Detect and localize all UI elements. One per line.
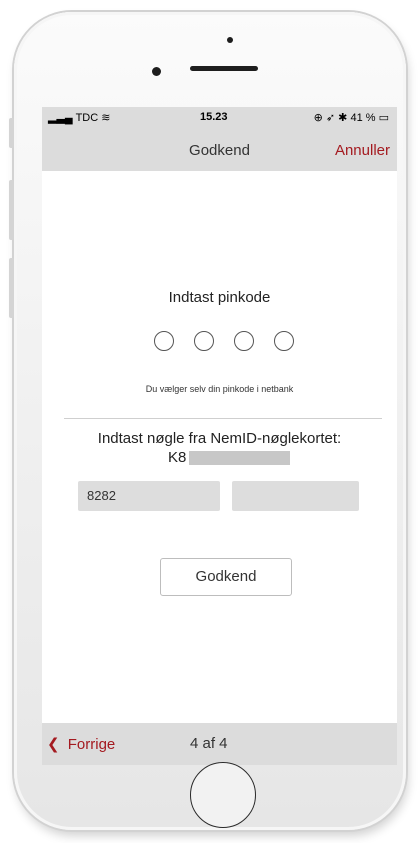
pin-dot-3 — [234, 331, 254, 351]
volume-up-button — [9, 180, 14, 240]
signal-icon: ▂▃▄ — [48, 112, 73, 124]
key-input-1[interactable]: 8282 — [78, 481, 220, 511]
pin-dot-1 — [154, 331, 174, 351]
key-card-label: Indtast nøgle fra NemID-nøglekortet: — [97, 430, 342, 447]
status-time: 15.23 — [200, 111, 228, 123]
back-button[interactable]: ❮ Forrige — [47, 735, 115, 753]
pin-dot-4 — [274, 331, 294, 351]
volume-down-button — [9, 258, 14, 318]
approve-button[interactable]: Godkend — [160, 558, 292, 596]
carrier-indicator: ▂▃▄ TDC ≋ — [48, 111, 110, 124]
pin-hint: Du vælger selv din pinkode i netbank — [145, 384, 294, 394]
mute-switch — [9, 118, 14, 148]
carrier-name: TDC — [75, 112, 99, 124]
home-button[interactable] — [190, 762, 256, 828]
bluetooth-icon: ✱ — [338, 112, 348, 124]
front-camera — [152, 67, 161, 76]
page-indicator: 4 af 4 — [190, 735, 228, 752]
pin-dot-2 — [194, 331, 214, 351]
bottom-bar: ❮ Forrige 4 af 4 — [42, 723, 397, 765]
battery-icon: ▭ — [378, 112, 389, 124]
pin-title: Indtast pinkode — [168, 289, 271, 306]
pin-dots[interactable] — [154, 331, 304, 353]
earpiece-speaker — [190, 66, 258, 71]
alarm-icon: ➶ — [325, 112, 336, 124]
wifi-icon: ≋ — [101, 112, 111, 124]
screen: ▂▃▄ TDC ≋ 15.23 ⊕ ➶ ✱ 41 % ▭ Godkend Ann… — [42, 107, 397, 765]
divider — [64, 418, 382, 419]
key-code-redaction — [189, 451, 290, 465]
status-bar: ▂▃▄ TDC ≋ 15.23 ⊕ ➶ ✱ 41 % ▭ — [42, 107, 397, 129]
key-code: K8 — [168, 449, 308, 469]
key-code-prefix: K8 — [168, 449, 187, 466]
cancel-button[interactable]: Annuller — [335, 142, 390, 159]
navigation-bar: Godkend Annuller — [42, 129, 397, 171]
battery-percent: 41 % — [350, 112, 376, 124]
chevron-left-icon: ❮ — [47, 736, 60, 753]
key-input-2[interactable] — [232, 481, 359, 511]
proximity-sensor — [227, 37, 233, 43]
status-icons: ⊕ ➶ ✱ 41 % ▭ — [314, 111, 389, 124]
back-label: Forrige — [67, 736, 116, 753]
location-icon: ⊕ — [313, 112, 323, 124]
